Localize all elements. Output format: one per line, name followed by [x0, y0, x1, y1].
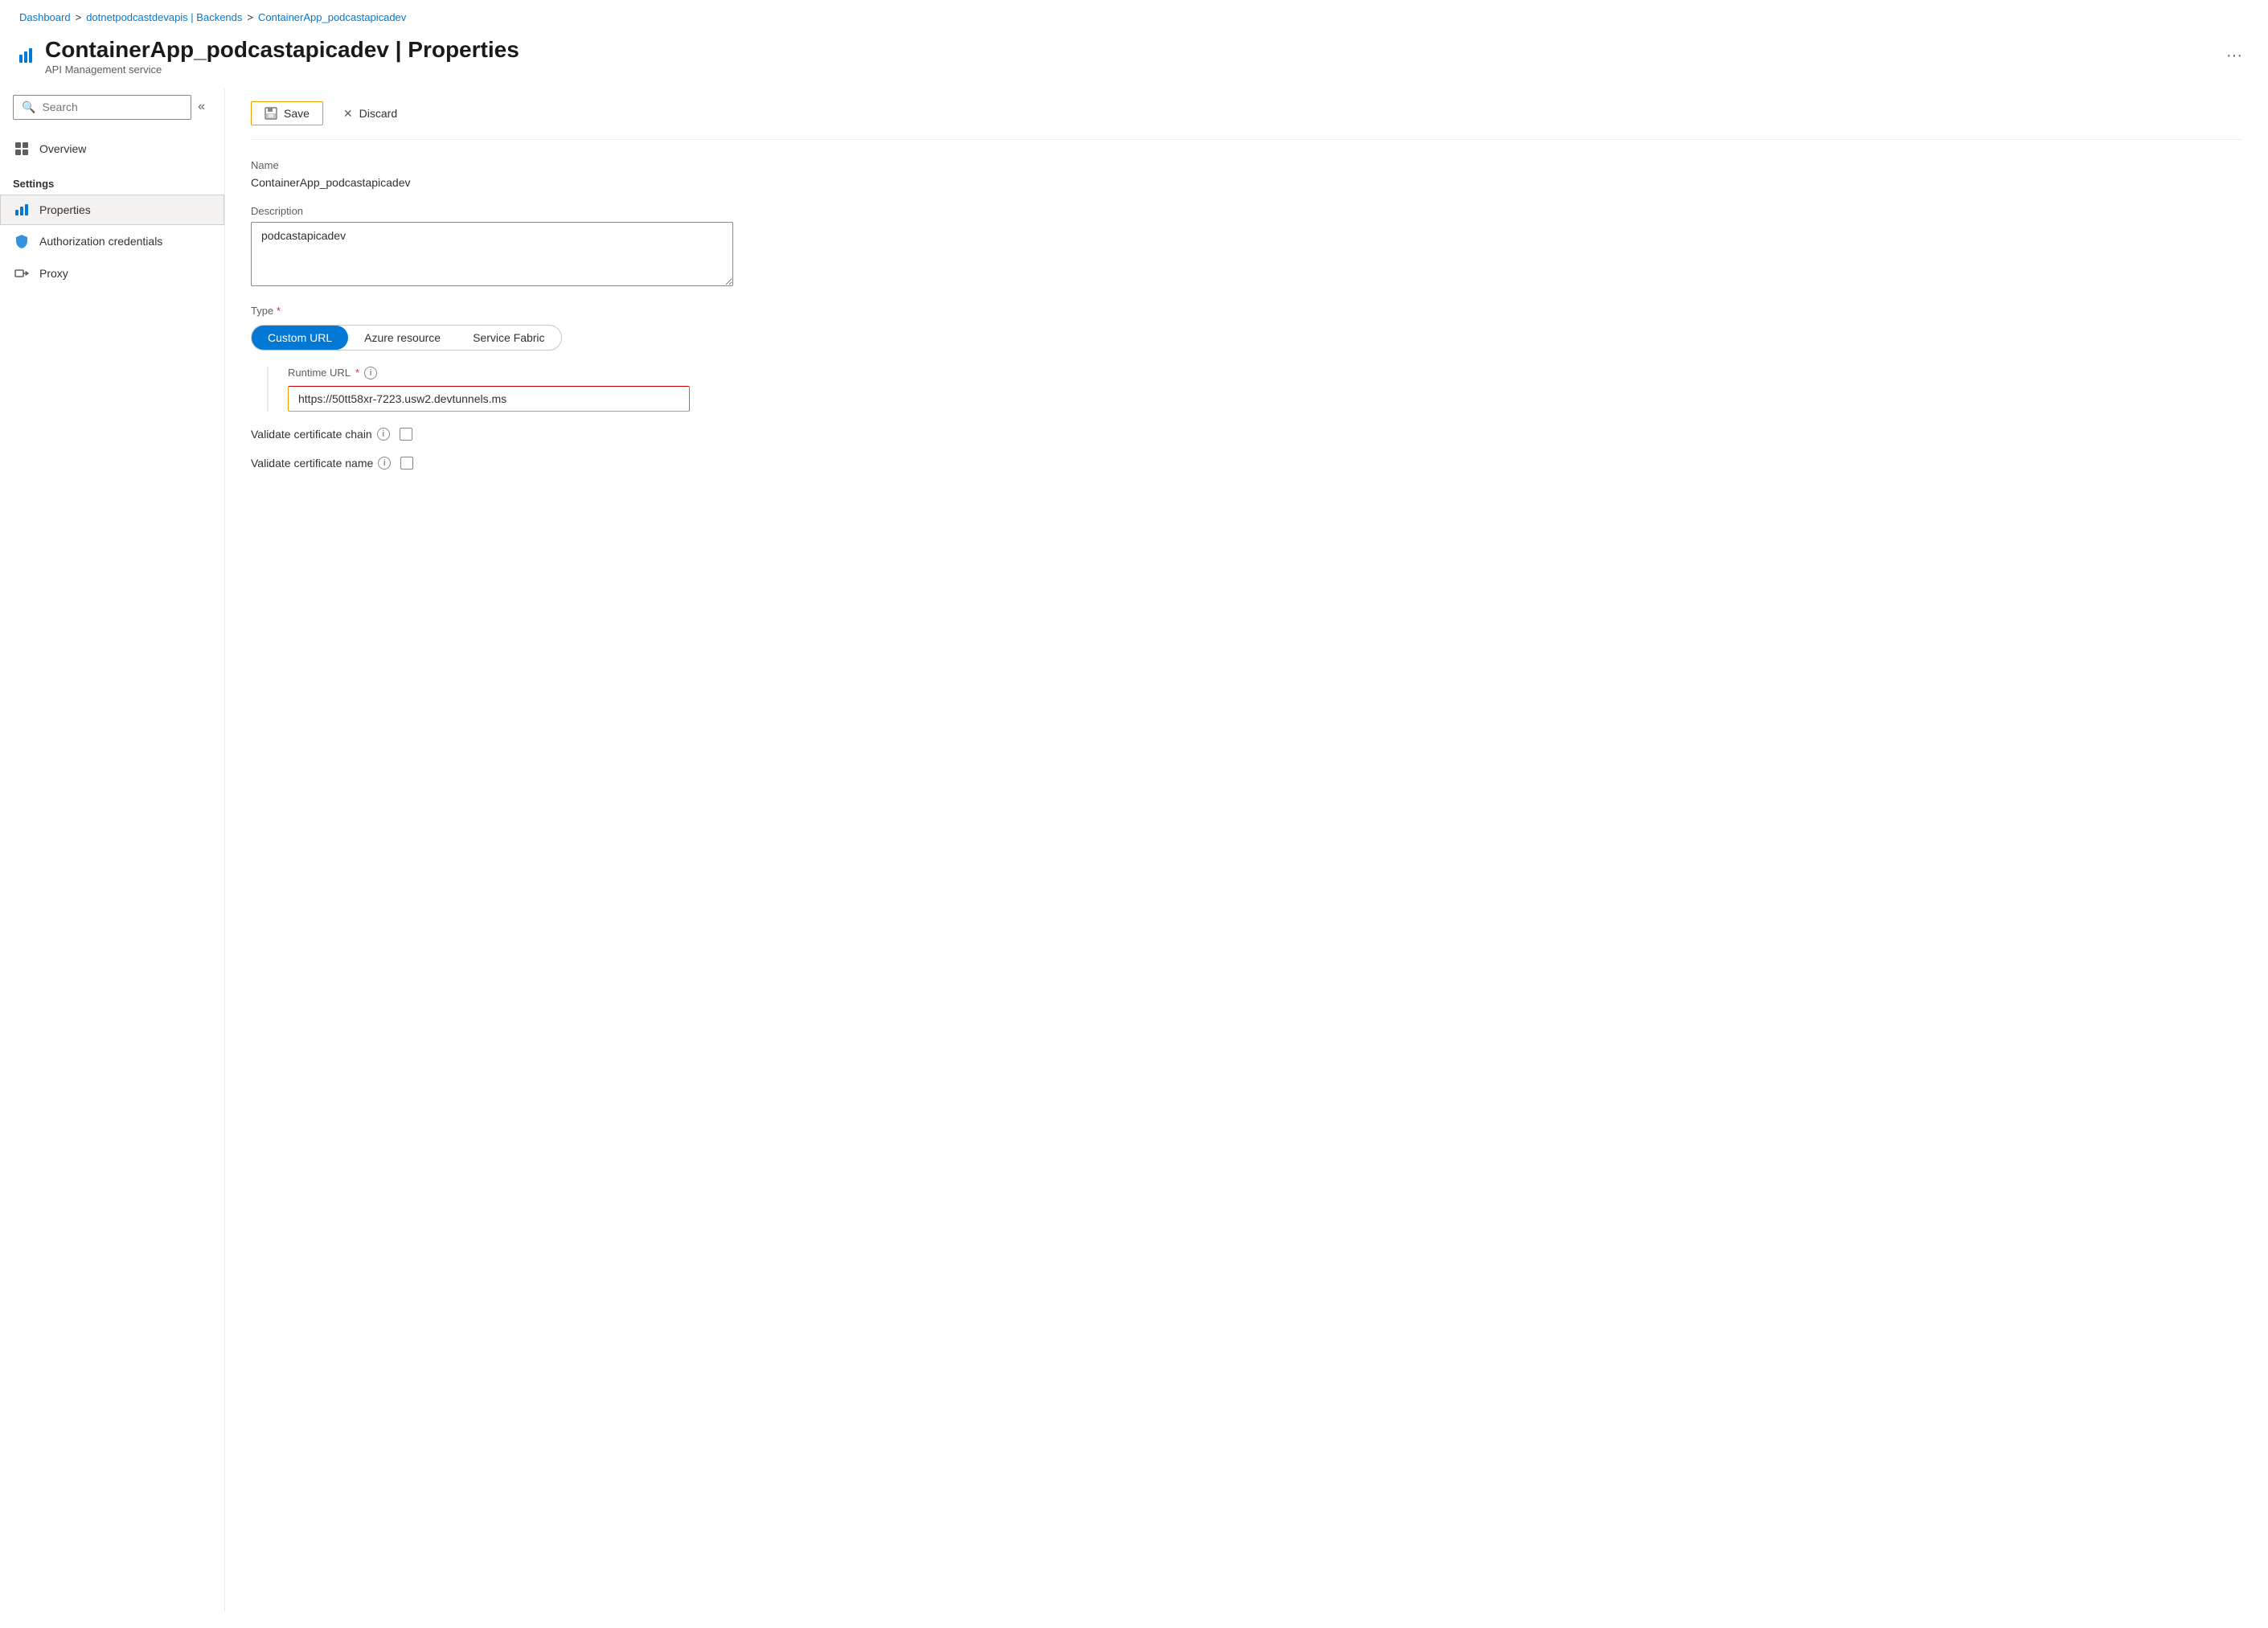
type-selector: Custom URL Azure resource Service Fabric: [251, 325, 562, 351]
validate-cert-name-label-group: Validate certificate name i: [251, 457, 391, 470]
runtime-url-required-star: *: [355, 367, 359, 379]
validate-cert-chain-label: Validate certificate chain: [251, 428, 372, 441]
sidebar-item-auth-credentials[interactable]: Authorization credentials: [0, 225, 224, 257]
search-box[interactable]: 🔍: [13, 95, 191, 120]
type-option-service-fabric[interactable]: Service Fabric: [457, 326, 560, 350]
header-title-group: ContainerApp_podcastapicadev | Propertie…: [45, 36, 519, 76]
sidebar-item-proxy[interactable]: Proxy: [0, 257, 224, 289]
runtime-url-info-icon[interactable]: i: [364, 367, 377, 379]
runtime-url-label: Runtime URL * i: [288, 367, 2242, 379]
save-button[interactable]: Save: [251, 101, 323, 125]
validate-cert-name-label: Validate certificate name: [251, 457, 373, 470]
overview-icon: [14, 141, 30, 156]
page-subtitle: API Management service: [45, 64, 519, 76]
sidebar-item-proxy-label: Proxy: [39, 267, 68, 280]
app-logo-icon: [19, 48, 32, 63]
validate-cert-name-row: Validate certificate name i: [251, 457, 2242, 470]
search-input[interactable]: [42, 100, 183, 113]
main-layout: 🔍 « Overview Settings: [0, 88, 2268, 1612]
sidebar-settings-title: Settings: [0, 165, 224, 195]
runtime-url-input[interactable]: [288, 386, 690, 412]
sidebar-item-properties[interactable]: Properties: [0, 195, 224, 225]
save-label: Save: [284, 107, 310, 120]
page-title: ContainerApp_podcastapicadev | Propertie…: [45, 36, 519, 64]
type-required-star: *: [277, 305, 281, 317]
sidebar-collapse-button[interactable]: «: [191, 96, 211, 117]
validate-cert-chain-label-group: Validate certificate chain i: [251, 428, 390, 441]
sidebar: 🔍 « Overview Settings: [0, 88, 225, 1612]
content-area: Save ✕ Discard Name ContainerApp_podcast…: [225, 88, 2268, 1612]
name-field-section: Name ContainerApp_podcastapicadev: [251, 159, 2242, 189]
page-header: ContainerApp_podcastapicadev | Propertie…: [0, 30, 2268, 88]
breadcrumb: Dashboard > dotnetpodcastdevapis | Backe…: [0, 0, 2268, 30]
type-option-azure-resource[interactable]: Azure resource: [348, 326, 457, 350]
description-field-section: Description podcastapicadev: [251, 205, 2242, 289]
discard-button[interactable]: ✕ Discard: [330, 101, 411, 126]
runtime-url-section: Runtime URL * i: [267, 367, 2242, 412]
sidebar-item-overview[interactable]: Overview: [0, 133, 224, 165]
validate-cert-name-checkbox[interactable]: [400, 457, 413, 470]
breadcrumb-dashboard[interactable]: Dashboard: [19, 11, 71, 23]
discard-label: Discard: [359, 107, 397, 120]
save-floppy-icon: [265, 107, 277, 120]
sidebar-search-row: 🔍 «: [0, 88, 224, 126]
toolbar: Save ✕ Discard: [251, 88, 2242, 140]
sidebar-item-overview-label: Overview: [39, 142, 86, 155]
properties-icon: [14, 204, 30, 215]
type-option-custom-url[interactable]: Custom URL: [252, 326, 348, 350]
validate-cert-chain-row: Validate certificate chain i: [251, 428, 2242, 441]
breadcrumb-container-app[interactable]: ContainerApp_podcastapicadev: [258, 11, 406, 23]
type-label: Type *: [251, 305, 2242, 317]
validate-cert-chain-info-icon[interactable]: i: [377, 428, 390, 441]
sidebar-item-auth-credentials-label: Authorization credentials: [39, 235, 162, 248]
description-textarea[interactable]: podcastapicadev: [251, 222, 733, 286]
proxy-icon: [14, 266, 30, 281]
more-options-button[interactable]: ···: [2220, 43, 2249, 68]
validate-cert-name-info-icon[interactable]: i: [378, 457, 391, 470]
name-value: ContainerApp_podcastapicadev: [251, 176, 2242, 189]
shield-icon: [14, 234, 30, 248]
validate-cert-chain-checkbox[interactable]: [400, 428, 412, 441]
name-label: Name: [251, 159, 2242, 171]
sidebar-nav: Overview Settings Properties: [0, 126, 224, 1612]
breadcrumb-backends[interactable]: dotnetpodcastdevapis | Backends: [86, 11, 242, 23]
search-icon: 🔍: [22, 100, 35, 114]
type-field-section: Type * Custom URL Azure resource Service…: [251, 305, 2242, 351]
discard-x-icon: ✕: [343, 107, 353, 121]
sidebar-item-properties-label: Properties: [39, 203, 91, 216]
description-label: Description: [251, 205, 2242, 217]
